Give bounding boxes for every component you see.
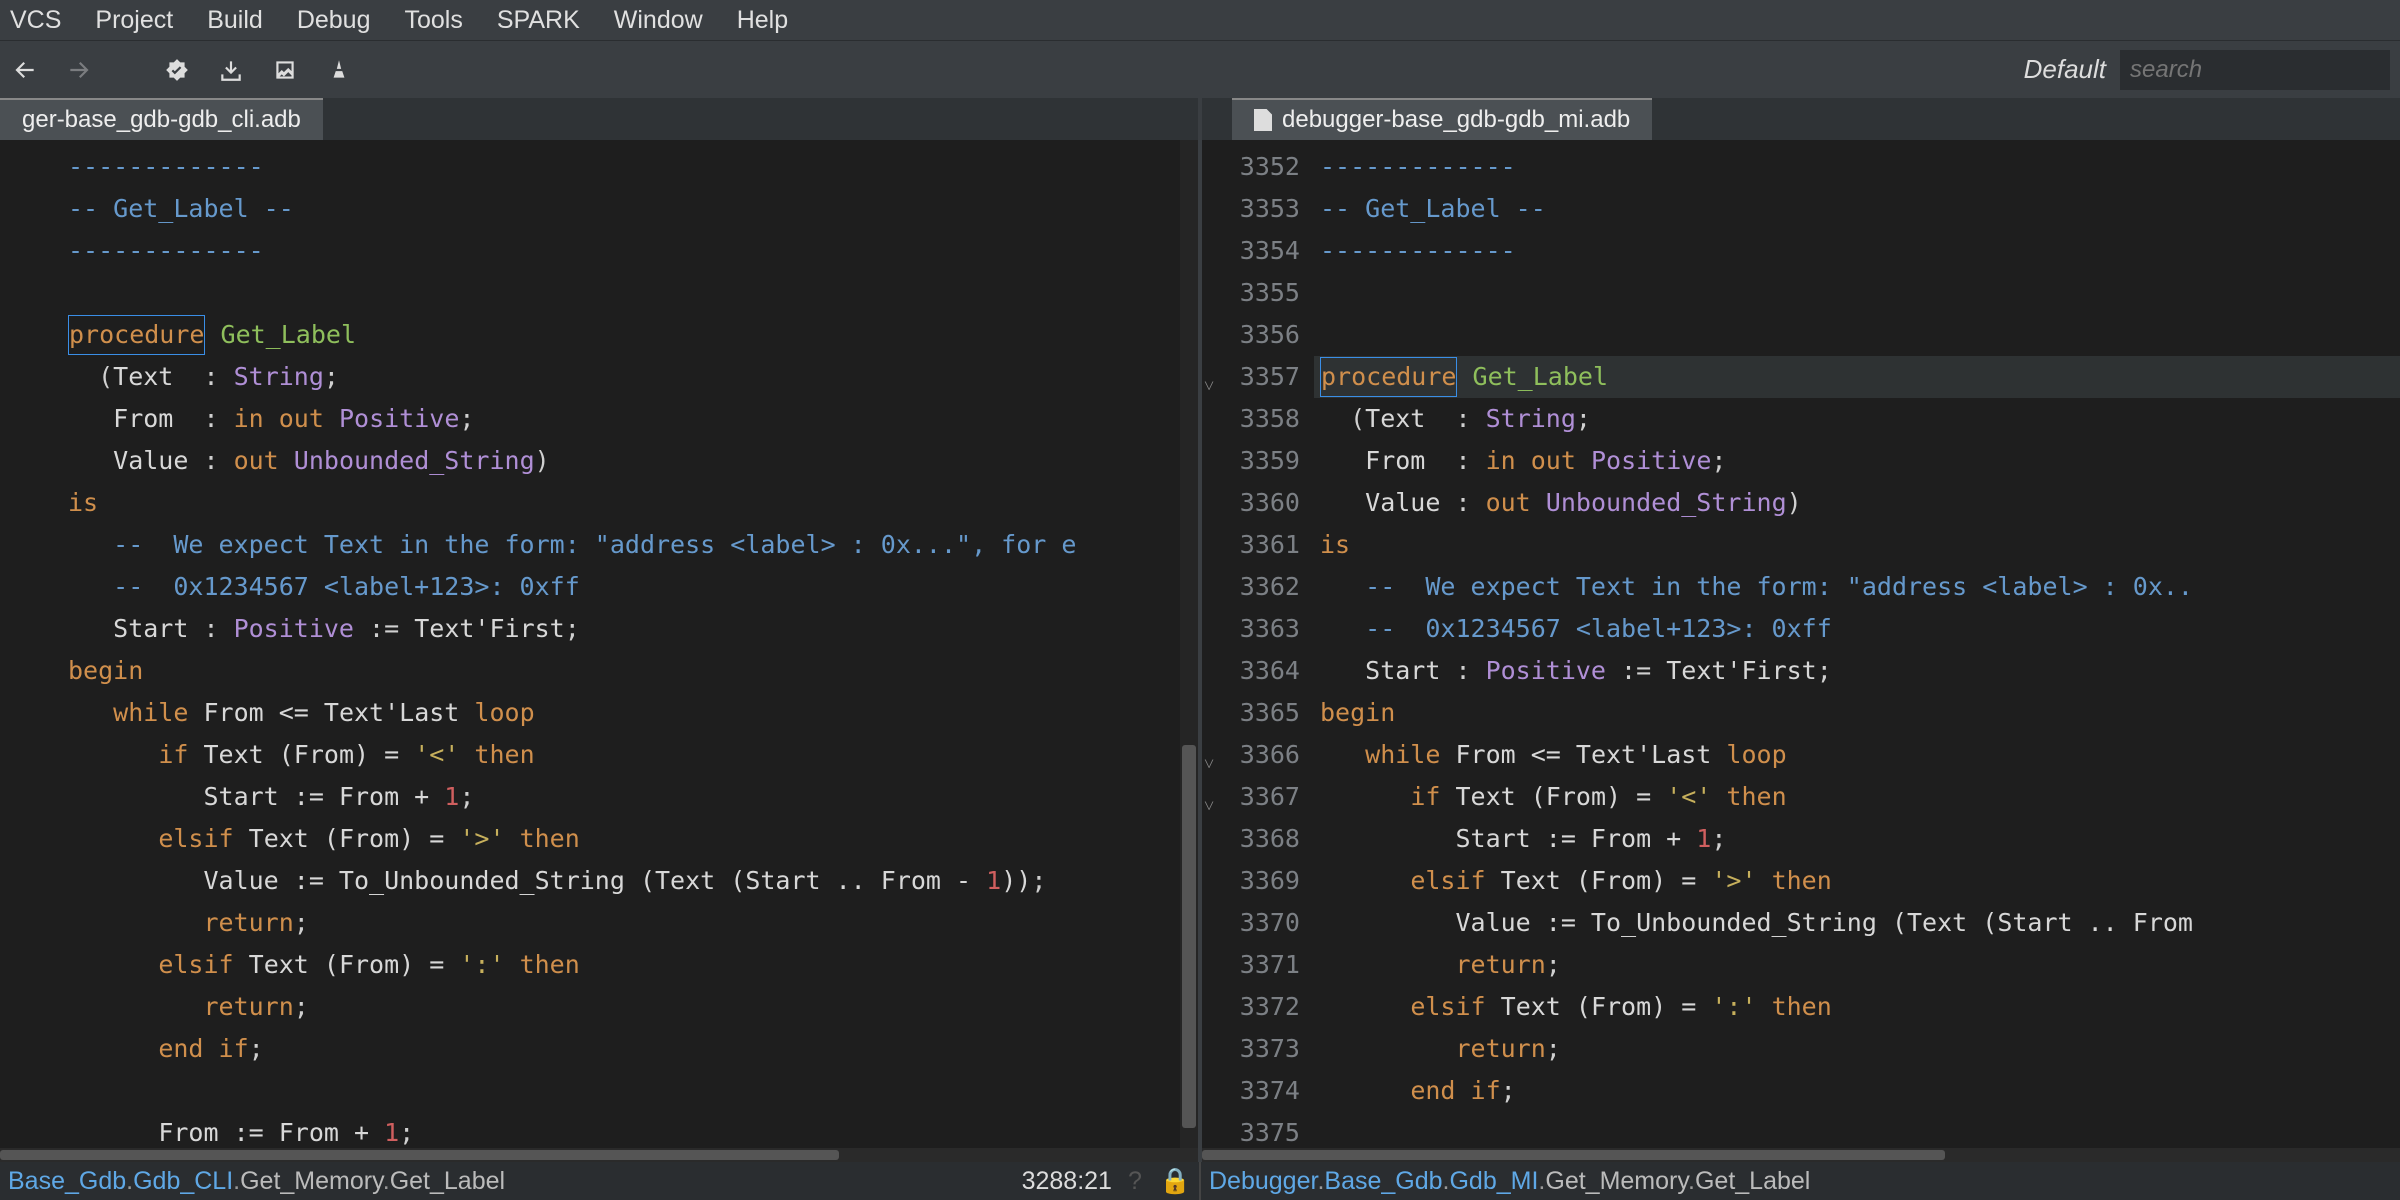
code-line[interactable]: ------------- <box>62 146 1198 188</box>
code-line[interactable]: while From <= Text'Last loop <box>1314 734 2400 776</box>
menu-build[interactable]: Build <box>207 6 263 35</box>
file-icon <box>1254 109 1272 131</box>
image-icon[interactable] <box>270 55 300 85</box>
breadcrumb-right[interactable]: Debugger.Base_Gdb.Gdb_MI.Get_Memory.Get_… <box>1209 1167 1810 1196</box>
tab-left-file[interactable]: ger-base_gdb-gdb_cli.adb <box>0 98 323 140</box>
code-line[interactable]: Value := To_Unbounded_String (Text (Star… <box>62 860 1198 902</box>
code-line[interactable]: elsif Text (From) = '>' then <box>1314 860 2400 902</box>
scrollbar-h-right[interactable] <box>1202 1148 2400 1162</box>
help-icon[interactable]: ? <box>1128 1167 1142 1196</box>
breadcrumb-left[interactable]: Base_Gdb.Gdb_CLI.Get_Memory.Get_Label <box>8 1167 505 1196</box>
editor-pane-right: debugger-base_gdb-gdb_mi.adb 33523353335… <box>1202 98 2400 1162</box>
tab-label: ger-base_gdb-gdb_cli.adb <box>22 106 301 134</box>
code-line[interactable]: return; <box>1314 944 2400 986</box>
status-right: Debugger.Base_Gdb.Gdb_MI.Get_Memory.Get_… <box>1199 1162 2400 1200</box>
code-line[interactable]: ------------- <box>1314 230 2400 272</box>
search-input[interactable] <box>2120 50 2390 90</box>
code-line[interactable]: if Text (From) = '<' then <box>1314 776 2400 818</box>
scrollbar-h-left[interactable] <box>0 1148 1198 1162</box>
code-line[interactable]: Start := From + 1; <box>1314 818 2400 860</box>
code-line[interactable]: is <box>1314 524 2400 566</box>
brush-icon[interactable] <box>324 55 354 85</box>
code-line[interactable]: elsif Text (From) = '>' then <box>62 818 1198 860</box>
code-line[interactable]: end if; <box>62 1028 1198 1070</box>
code-line[interactable] <box>1314 314 2400 356</box>
menu-tools[interactable]: Tools <box>404 6 462 35</box>
editor-pane-left: ger-base_gdb-gdb_cli.adb ---------------… <box>0 98 1202 1162</box>
code-line[interactable]: ------------- <box>62 230 1198 272</box>
menu-spark[interactable]: SPARK <box>497 6 580 35</box>
code-line[interactable]: Start : Positive := Text'First; <box>62 608 1198 650</box>
code-line[interactable]: From : in out Positive; <box>62 398 1198 440</box>
code-line[interactable]: while From <= Text'Last loop <box>62 692 1198 734</box>
search-scope-label[interactable]: Default <box>2024 54 2106 85</box>
code-line[interactable]: Start := From + 1; <box>62 776 1198 818</box>
code-line[interactable] <box>1314 272 2400 314</box>
code-line[interactable]: return; <box>62 902 1198 944</box>
menu-window[interactable]: Window <box>614 6 703 35</box>
code-line[interactable]: Value := To_Unbounded_String (Text (Star… <box>1314 902 2400 944</box>
code-line[interactable] <box>62 272 1198 314</box>
statusbar: Base_Gdb.Gdb_CLI.Get_Memory.Get_Label 32… <box>0 1162 2400 1200</box>
download-box-icon[interactable] <box>216 55 246 85</box>
code-line[interactable]: -- Get_Label -- <box>62 188 1198 230</box>
code-line[interactable]: return; <box>1314 1028 2400 1070</box>
status-left: Base_Gdb.Gdb_CLI.Get_Memory.Get_Label 32… <box>0 1162 1199 1200</box>
code-line[interactable]: -- We expect Text in the form: "address … <box>1314 566 2400 608</box>
code-line[interactable]: if Text (From) = '<' then <box>62 734 1198 776</box>
menu-vcs[interactable]: VCS <box>10 6 61 35</box>
nav-back-icon[interactable] <box>10 55 40 85</box>
code-line[interactable]: (Text : String; <box>1314 398 2400 440</box>
code-line[interactable]: return; <box>62 986 1198 1028</box>
code-line[interactable]: elsif Text (From) = ':' then <box>1314 986 2400 1028</box>
check-badge-icon[interactable] <box>162 55 192 85</box>
editor-left[interactable]: --------------- Get_Label --------------… <box>0 140 1198 1162</box>
code-line[interactable]: -- Get_Label -- <box>1314 188 2400 230</box>
cursor-position: 3288:21 <box>1022 1167 1112 1196</box>
code-line[interactable]: -- 0x1234567 <label+123>: 0xff <box>1314 608 2400 650</box>
nav-forward-icon[interactable] <box>64 55 94 85</box>
code-line[interactable]: end if; <box>1314 1070 2400 1112</box>
code-line[interactable]: procedure Get_Label <box>62 314 1198 356</box>
code-line[interactable]: Start : Positive := Text'First; <box>1314 650 2400 692</box>
code-line[interactable]: is <box>62 482 1198 524</box>
code-line[interactable]: procedure Get_Label <box>1314 356 2400 398</box>
code-line[interactable] <box>62 1070 1198 1112</box>
code-line[interactable]: begin <box>1314 692 2400 734</box>
scrollbar-v-left[interactable] <box>1180 140 1198 1148</box>
code-line[interactable]: -- 0x1234567 <label+123>: 0xff <box>62 566 1198 608</box>
code-line[interactable]: ------------- <box>1314 146 2400 188</box>
menu-help[interactable]: Help <box>737 6 788 35</box>
tabbar-right: debugger-base_gdb-gdb_mi.adb <box>1202 98 2400 140</box>
code-line[interactable]: Value : out Unbounded_String) <box>62 440 1198 482</box>
menu-project[interactable]: Project <box>95 6 173 35</box>
tab-label: debugger-base_gdb-gdb_mi.adb <box>1282 106 1630 134</box>
code-line[interactable]: elsif Text (From) = ':' then <box>62 944 1198 986</box>
menu-debug[interactable]: Debug <box>297 6 371 35</box>
code-line[interactable]: (Text : String; <box>62 356 1198 398</box>
code-line[interactable]: begin <box>62 650 1198 692</box>
editor-right[interactable]: 335233533354335533563357˅335833593360336… <box>1202 140 2400 1162</box>
code-line[interactable]: -- We expect Text in the form: "address … <box>62 524 1198 566</box>
code-line[interactable]: From : in out Positive; <box>1314 440 2400 482</box>
menubar: VCS Project Build Debug Tools SPARK Window Help <box>0 0 2400 40</box>
tabbar-left: ger-base_gdb-gdb_cli.adb <box>0 98 1198 140</box>
code-line[interactable]: Value : out Unbounded_String) <box>1314 482 2400 524</box>
tab-right-file[interactable]: debugger-base_gdb-gdb_mi.adb <box>1232 98 1652 140</box>
lock-icon: 🔒 <box>1160 1167 1191 1196</box>
toolbar: Default <box>0 40 2400 98</box>
